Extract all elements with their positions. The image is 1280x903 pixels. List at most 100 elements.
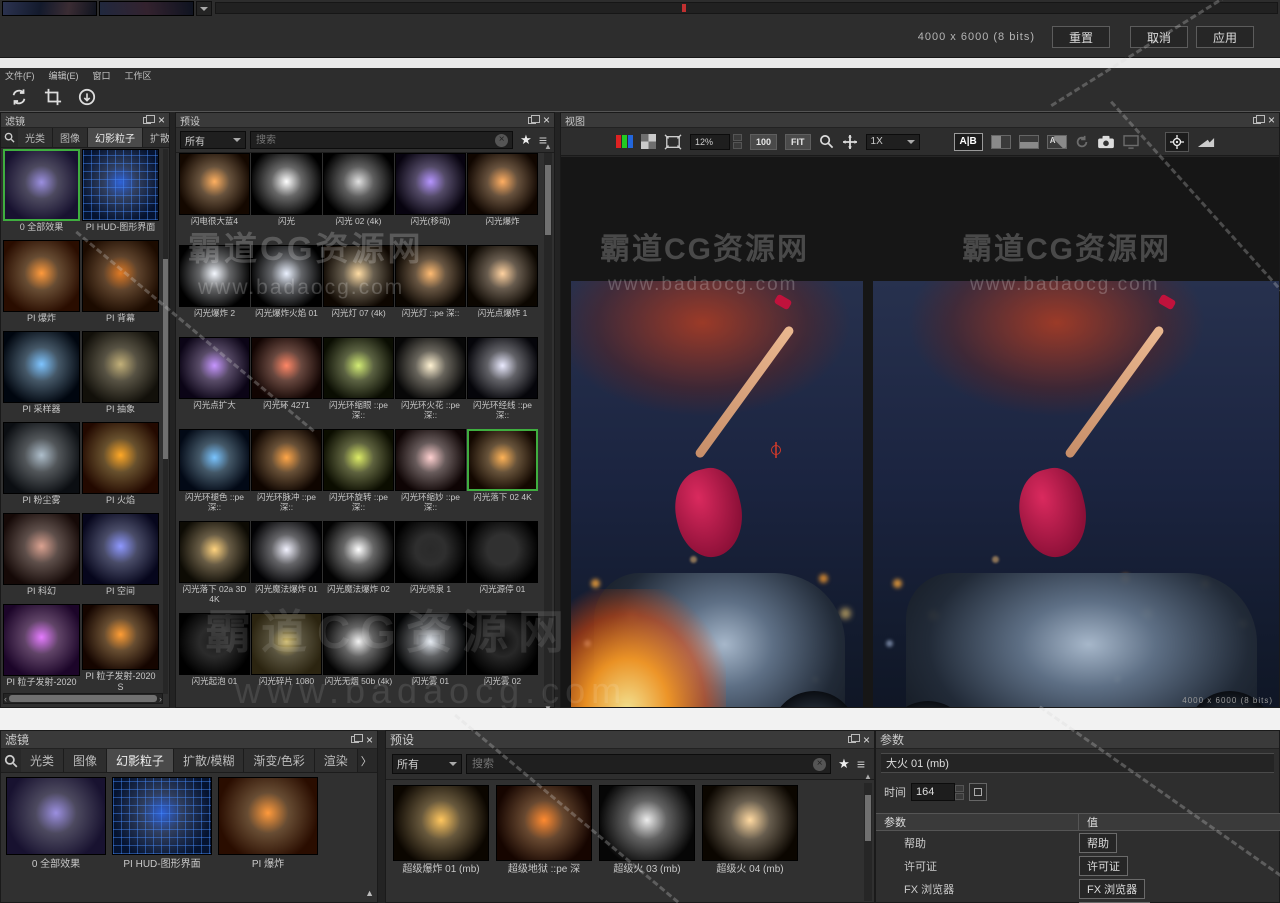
scroll-right-arrow[interactable]: › <box>159 694 162 704</box>
preset-item[interactable]: 闪光雾 02 <box>467 613 538 704</box>
split-diagonal-icon[interactable]: A <box>1047 135 1067 149</box>
float-panel-icon[interactable] <box>351 736 359 743</box>
scroll-up-arrow[interactable]: ▲ <box>365 888 374 898</box>
preset-item[interactable]: 闪光点扩大 <box>179 337 250 428</box>
tabs-overflow-chevron[interactable]: 〉 <box>358 753 375 769</box>
keyframe-button[interactable] <box>969 783 987 801</box>
filter-item[interactable]: PI 采样器 <box>3 331 80 420</box>
scale-dropdown[interactable]: 1X <box>866 134 920 150</box>
menu-item-4[interactable]: 工作区 <box>125 69 152 82</box>
top-thumbnail-2[interactable] <box>99 1 194 16</box>
preset-item[interactable]: 超级地狱 ::pe 深 <box>496 785 592 876</box>
close-icon[interactable]: × <box>1268 115 1275 125</box>
preview-canvas[interactable]: 4000 x 6000 (8 bits) <box>561 157 1279 707</box>
preset-item[interactable]: 闪光碎片 1080 <box>251 613 322 704</box>
search-input[interactable] <box>250 131 513 149</box>
preset-item[interactable]: 超级火 03 (mb) <box>599 785 695 876</box>
preset-item[interactable]: 闪光 02 (4k) <box>323 153 394 244</box>
menu-item-3[interactable]: 窗口 <box>93 69 111 82</box>
preset-item[interactable]: 闪光环 4271 <box>251 337 322 428</box>
close-icon[interactable]: × <box>863 735 870 745</box>
preset-item[interactable]: 闪光魔法爆炸 02 <box>323 521 394 612</box>
preset-item[interactable]: 闪光灯 ::pe 深:: <box>395 245 466 336</box>
preset-item[interactable]: 闪光环褪色 ::pe 深:: <box>179 429 250 520</box>
filters-tab-1[interactable]: 光类 <box>18 128 53 147</box>
effect-name-field[interactable]: 大火 01 (mb) <box>881 753 1274 773</box>
crop-icon[interactable] <box>42 86 64 108</box>
preset-item[interactable]: 闪光 <box>251 153 322 244</box>
refresh-icon[interactable] <box>1075 135 1089 149</box>
monitor-preview-icon[interactable] <box>1123 135 1139 149</box>
filter-item[interactable]: PI 粒子发射-2020 <box>3 604 80 693</box>
rgb-channels-icon[interactable] <box>616 135 633 148</box>
preset-item[interactable]: 闪光爆炸 <box>467 153 538 244</box>
filter-item[interactable]: 0 全部效果 <box>6 777 106 871</box>
top-scrollbar[interactable] <box>215 2 1278 14</box>
filter-item[interactable]: 0 全部效果 <box>3 149 80 238</box>
list-menu-icon[interactable]: ≡ <box>857 756 865 772</box>
fit-expand-icon[interactable] <box>664 134 682 150</box>
filter-item[interactable]: PI 科幻 <box>3 513 80 602</box>
filter-item[interactable]: PI 爆炸 <box>218 777 318 871</box>
scrollbar-thumb[interactable] <box>9 695 157 702</box>
pan-move-icon[interactable] <box>842 134 858 150</box>
alpha-checker-icon[interactable] <box>641 134 656 149</box>
scroll-up-arrow[interactable]: ▲ <box>544 142 552 152</box>
filter-item[interactable]: PI HUD-图形界面 <box>112 777 212 871</box>
presets-vertical-scrollbar[interactable]: ▲ ▼ <box>544 153 552 703</box>
filters-tab-3[interactable]: 幻影粒子 <box>88 128 143 147</box>
preset-item[interactable]: 闪光灯 07 (4k) <box>323 245 394 336</box>
zoom-100-button[interactable]: 100 <box>750 134 777 150</box>
close-icon[interactable]: × <box>366 735 373 745</box>
preset-item[interactable]: 闪光环脉冲 ::pe 深:: <box>251 429 322 520</box>
apply-button[interactable]: 应用 <box>1196 26 1254 48</box>
filters-tab-4[interactable]: 扩散/模糊 <box>143 128 169 147</box>
filter-item[interactable]: PI 背幕 <box>82 240 159 329</box>
preset-item[interactable]: 闪光环经线 ::pe 深:: <box>467 337 538 428</box>
cancel-button[interactable]: 取消 <box>1130 26 1188 48</box>
preset-item[interactable]: 闪光起泡 01 <box>179 613 250 704</box>
time-stepper[interactable] <box>955 785 964 800</box>
preset-item[interactable]: 闪光环缩眼 ::pe 深:: <box>323 337 394 428</box>
bottom-filters-tab-2[interactable]: 图像 <box>64 749 107 772</box>
zoom-fit-button[interactable]: FIT <box>785 134 811 150</box>
bottom-presets-scrollbar[interactable]: ▲ <box>864 783 872 901</box>
scroll-left-arrow[interactable]: ‹ <box>4 694 7 704</box>
float-panel-icon[interactable] <box>143 117 151 124</box>
float-panel-icon[interactable] <box>1253 117 1261 124</box>
preset-item[interactable]: 闪光雾 01 <box>395 613 466 704</box>
preset-item[interactable]: 闪电很大蓝4 <box>179 153 250 244</box>
parameter-button-1[interactable]: 帮助 <box>1079 833 1117 853</box>
menu-item-2[interactable]: 编辑(E) <box>49 69 79 82</box>
preset-item[interactable]: 闪光源停 01 <box>467 521 538 612</box>
search-input[interactable] <box>466 754 831 774</box>
bottom-filters-tab-3[interactable]: 幻影粒子 <box>107 749 174 772</box>
preset-item[interactable]: 超级火 04 (mb) <box>702 785 798 876</box>
magnifier-icon[interactable] <box>819 134 834 149</box>
playhead-marker[interactable] <box>682 4 686 12</box>
ab-compare-button[interactable]: A|B <box>954 133 983 151</box>
preset-item[interactable]: 超级爆炸 01 (mb) <box>393 785 489 876</box>
preset-item[interactable]: 闪光魔法爆炸 01 <box>251 521 322 612</box>
filter-item[interactable]: PI 粒子发射-2020 S <box>82 604 159 693</box>
filter-item[interactable]: PI 抽象 <box>82 331 159 420</box>
category-dropdown[interactable]: 所有 <box>180 131 246 149</box>
zoom-percent-field[interactable]: 12% <box>690 134 730 150</box>
sync-icon[interactable] <box>8 86 30 108</box>
search-icon[interactable] <box>4 754 18 768</box>
filters-horizontal-scrollbar[interactable]: ‹› <box>3 693 163 704</box>
split-vertical-icon[interactable] <box>991 135 1011 149</box>
preset-item[interactable]: 闪光爆炸火焰 01 <box>251 245 322 336</box>
parameter-button-3[interactable]: FX 浏览器 <box>1079 879 1145 899</box>
focus-target-button[interactable] <box>1165 132 1189 152</box>
reset-button[interactable]: 重置 <box>1052 26 1110 48</box>
scrollbar-thumb[interactable] <box>865 795 871 841</box>
preset-item[interactable]: 闪光环火花 ::pe 深:: <box>395 337 466 428</box>
preview-image-b[interactable] <box>873 281 1279 707</box>
clear-search-icon[interactable]: × <box>813 758 826 771</box>
top-thumb-dropdown[interactable] <box>196 1 212 16</box>
publish-icon[interactable] <box>76 86 98 108</box>
search-icon[interactable] <box>4 132 15 143</box>
filters-vertical-scrollbar[interactable] <box>163 149 168 694</box>
menu-item-1[interactable]: 文件(F) <box>5 69 35 82</box>
